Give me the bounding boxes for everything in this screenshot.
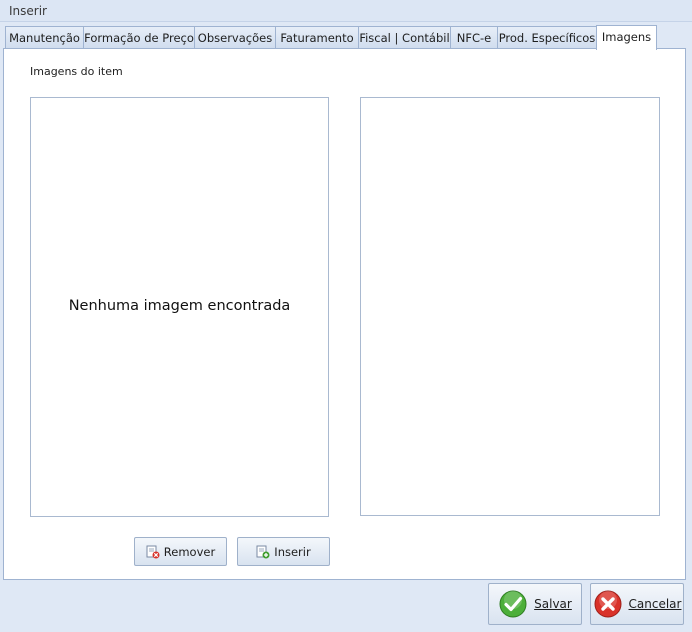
- image-list[interactable]: Nenhuma imagem encontrada: [30, 97, 329, 517]
- tab-imagens[interactable]: Imagens: [596, 25, 657, 50]
- tab-prod-especificos[interactable]: Prod. Específicos: [497, 26, 597, 49]
- tab-manutencao[interactable]: Manutenção: [5, 26, 84, 49]
- tab-faturamento[interactable]: Faturamento: [275, 26, 359, 49]
- cancel-button-label: Cancelar: [628, 597, 682, 611]
- dialog-footer: Salvar Cancelar: [0, 580, 692, 632]
- save-button-label: Salvar: [534, 597, 572, 611]
- check-icon: [498, 589, 528, 619]
- empty-images-message: Nenhuma imagem encontrada: [68, 298, 291, 314]
- title-bar: Inserir: [0, 0, 692, 22]
- images-group-label: Imagens do item: [30, 65, 123, 78]
- cancel-icon: [593, 589, 623, 619]
- add-image-icon: [256, 545, 270, 559]
- cancel-button[interactable]: Cancelar: [590, 583, 684, 625]
- tab-formacao-de-preco[interactable]: Formação de Preço: [83, 26, 195, 49]
- tab-strip: Manutenção Formação de Preço Observações…: [5, 25, 657, 50]
- tab-nfc-e[interactable]: NFC-e: [450, 26, 498, 49]
- remove-button-label: Remover: [163, 544, 216, 559]
- tab-panel-imagens: Imagens do item Nenhuma imagem encontrad…: [3, 48, 686, 580]
- tab-fiscal-contabil[interactable]: Fiscal | Contábil: [358, 26, 451, 49]
- tab-observacoes[interactable]: Observações: [194, 26, 276, 49]
- insert-image-button[interactable]: Inserir: [237, 537, 330, 566]
- insert-button-label: Inserir: [274, 544, 311, 559]
- remove-image-icon: [146, 545, 160, 559]
- window-title: Inserir: [9, 4, 47, 18]
- save-button[interactable]: Salvar: [488, 583, 582, 625]
- image-preview: [360, 97, 660, 516]
- remove-image-button[interactable]: Remover: [134, 537, 227, 566]
